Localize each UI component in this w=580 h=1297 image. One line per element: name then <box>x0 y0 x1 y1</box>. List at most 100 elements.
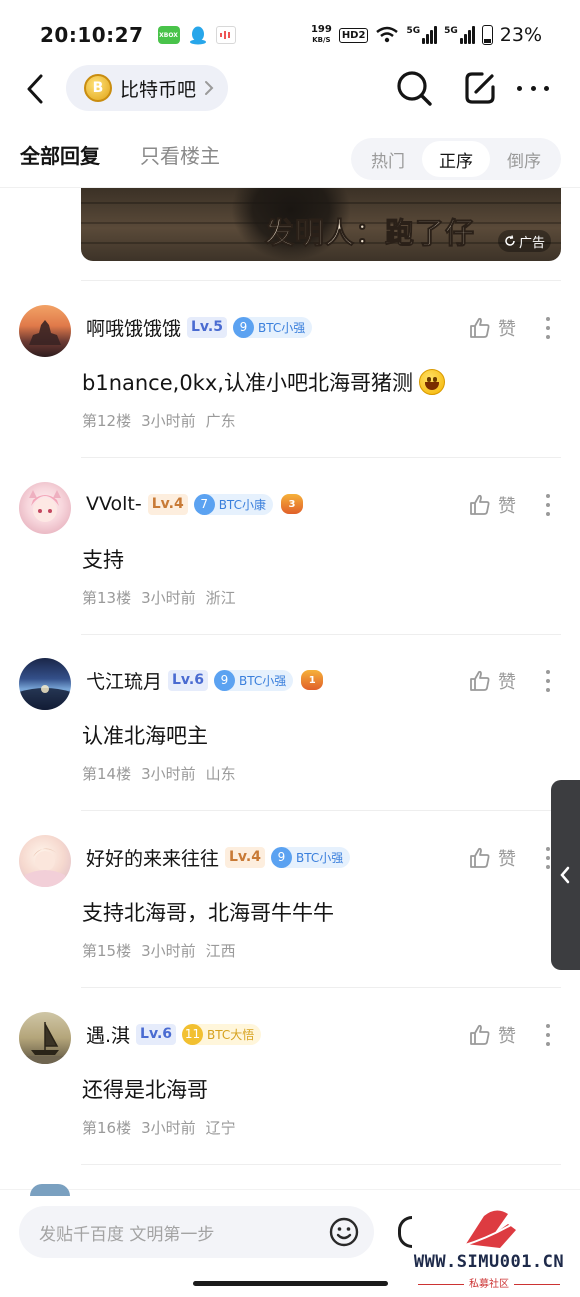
speed-value: 199 <box>310 24 332 35</box>
like-label: 赞 <box>498 672 516 693</box>
comment-text: 支持 <box>82 544 124 574</box>
username[interactable]: 遇.淇 <box>86 1021 130 1048</box>
floor-number: 第15楼 <box>82 942 132 960</box>
avatar[interactable] <box>19 835 71 887</box>
post-time: 3小时前 <box>141 765 196 783</box>
floor-number: 第13楼 <box>82 589 132 607</box>
like-label: 赞 <box>498 319 516 340</box>
like-button[interactable]: 赞 <box>468 315 516 341</box>
username[interactable]: 弋江琉月 <box>86 667 162 694</box>
tab-owner-only[interactable]: 只看楼主 <box>140 140 220 169</box>
ad-badge[interactable]: 广告 <box>497 230 551 252</box>
comment-text: 认准北海吧主 <box>82 720 208 750</box>
edit-icon[interactable] <box>462 69 498 107</box>
chevron-right-icon <box>205 81 214 95</box>
signal-icon-1: 5G <box>406 26 438 44</box>
comment-item: 好好的来来往往 Lv.4 9 BTC小强 赞 支持北海哥，北海哥牛牛牛 第15楼… <box>0 811 580 988</box>
emoji-icon[interactable] <box>328 1216 360 1248</box>
title-badge-number: 9 <box>213 669 235 691</box>
comment-meta: 第15楼 3小时前 江西 <box>82 940 236 961</box>
more-options-icon[interactable] <box>541 670 555 692</box>
sort-hot[interactable]: 热门 <box>354 141 422 177</box>
comment-body: 支持 <box>82 548 124 572</box>
comment-item: 遇.淇 Lv.6 11 BTC大悟 赞 还得是北海哥 第16楼 3小时前 辽宁 <box>0 988 580 1165</box>
avatar[interactable] <box>19 482 71 534</box>
title-badge: 9 BTC小强 <box>232 316 313 338</box>
signal-type-2: 5G <box>444 26 458 36</box>
title-badge-number: 7 <box>193 493 215 515</box>
title-badge-label: BTC大悟 <box>207 1027 255 1042</box>
battery-icon <box>481 25 493 45</box>
comment-meta: 第16楼 3小时前 辽宁 <box>82 1117 236 1138</box>
reply-bar: 发贴千百度 文明第一步 WWW.SIMU001.CN 私募社区 <box>0 1184 580 1297</box>
gamepad-badge-icon: 3 <box>280 494 303 514</box>
nav-bar: B 比特币吧 <box>0 62 580 116</box>
title-badge: 7 BTC小康 <box>193 493 273 515</box>
sort-descending[interactable]: 倒序 <box>490 141 558 177</box>
hd-voice-badge: HD2 <box>338 27 369 43</box>
search-icon[interactable] <box>394 68 434 108</box>
title-badge-number: 9 <box>232 316 254 338</box>
post-time: 3小时前 <box>141 942 196 960</box>
status-bar: 20:10:27 XBOX 199 KB/S HD2 5G 5G 23% <box>0 0 580 70</box>
reply-input[interactable]: 发贴千百度 文明第一步 <box>19 1206 374 1258</box>
watermark-subtitle: 私募社区 <box>404 1275 574 1290</box>
side-drawer-handle[interactable] <box>551 780 580 970</box>
title-badge-number: 11 <box>182 1023 204 1045</box>
signal-type-1: 5G <box>406 26 421 36</box>
xbox-app-icon: XBOX <box>157 26 180 44</box>
more-options-icon[interactable] <box>541 494 555 516</box>
grinning-emoji-icon <box>418 369 445 395</box>
comment-body: 认准北海吧主 <box>82 724 208 748</box>
like-button[interactable]: 赞 <box>468 845 516 871</box>
comment-meta: 第13楼 3小时前 浙江 <box>82 587 236 608</box>
like-button[interactable]: 赞 <box>468 668 516 694</box>
like-button[interactable]: 赞 <box>468 492 516 518</box>
post-time: 3小时前 <box>141 1119 196 1137</box>
more-icon[interactable] <box>515 68 551 108</box>
comment-meta: 第14楼 3小时前 山东 <box>82 763 236 784</box>
avatar[interactable] <box>19 305 71 357</box>
thumbs-up-icon <box>470 847 490 868</box>
title-badge-label: BTC小强 <box>257 320 306 335</box>
back-icon[interactable] <box>22 71 50 107</box>
refresh-icon <box>505 235 515 246</box>
floor-number: 第14楼 <box>82 765 132 783</box>
more-options-icon[interactable] <box>541 317 555 339</box>
username[interactable]: 好好的来来往往 <box>86 844 219 871</box>
status-app-icons: XBOX <box>157 25 236 45</box>
ad-badge-label: 广告 <box>518 235 545 251</box>
bitcoin-forum-avatar: B <box>84 74 112 102</box>
comment-body: b1nance,0kx,认准小吧北海哥猪测 <box>82 371 413 395</box>
username[interactable]: 啊哦饿饿饿 <box>86 314 181 341</box>
like-button[interactable]: 赞 <box>468 1022 516 1048</box>
sort-ascending[interactable]: 正序 <box>422 141 490 177</box>
avatar[interactable] <box>19 1012 71 1064</box>
home-indicator[interactable] <box>193 1281 388 1286</box>
post-time: 3小时前 <box>141 412 196 430</box>
reply-tabs: 全部回复 只看楼主 热门 正序 倒序 <box>0 132 580 188</box>
ip-location: 浙江 <box>205 589 236 607</box>
level-badge: Lv.6 <box>168 669 208 691</box>
signal-icon-2: 5G <box>444 26 475 44</box>
tab-all-replies[interactable]: 全部回复 <box>20 140 100 169</box>
reply-placeholder: 发贴千百度 文明第一步 <box>39 1224 215 1245</box>
comment-header: 遇.淇 Lv.6 11 BTC大悟 <box>86 1021 262 1048</box>
floor-number: 第16楼 <box>82 1119 132 1137</box>
username[interactable]: VVolt- <box>86 493 142 515</box>
thumbs-up-icon <box>470 494 490 515</box>
avatar[interactable] <box>19 658 71 710</box>
comment-item: VVolt- Lv.4 7 BTC小康 3 赞 支持 第13楼 3小时前 浙江 <box>0 458 580 635</box>
forum-name: 比特币吧 <box>120 78 197 101</box>
comment-text: b1nance,0kx,认准小吧北海哥猪测 <box>82 367 445 397</box>
level-badge: Lv.6 <box>136 1023 177 1045</box>
forum-pill[interactable]: B 比特币吧 <box>66 65 229 111</box>
more-options-icon[interactable] <box>541 1024 555 1046</box>
level-badge: Lv.5 <box>187 316 227 338</box>
level-badge: Lv.4 <box>147 493 188 515</box>
title-badge-label: BTC小强 <box>295 850 344 865</box>
ad-banner[interactable]: 发明人：跑了仔 广告 <box>81 188 561 261</box>
battery-percent: 23% <box>499 24 542 46</box>
comment-item: 弋江琉月 Lv.6 9 BTC小强 1 赞 认准北海吧主 第14楼 3小时前 山… <box>0 634 580 811</box>
ip-location: 江西 <box>205 942 236 960</box>
